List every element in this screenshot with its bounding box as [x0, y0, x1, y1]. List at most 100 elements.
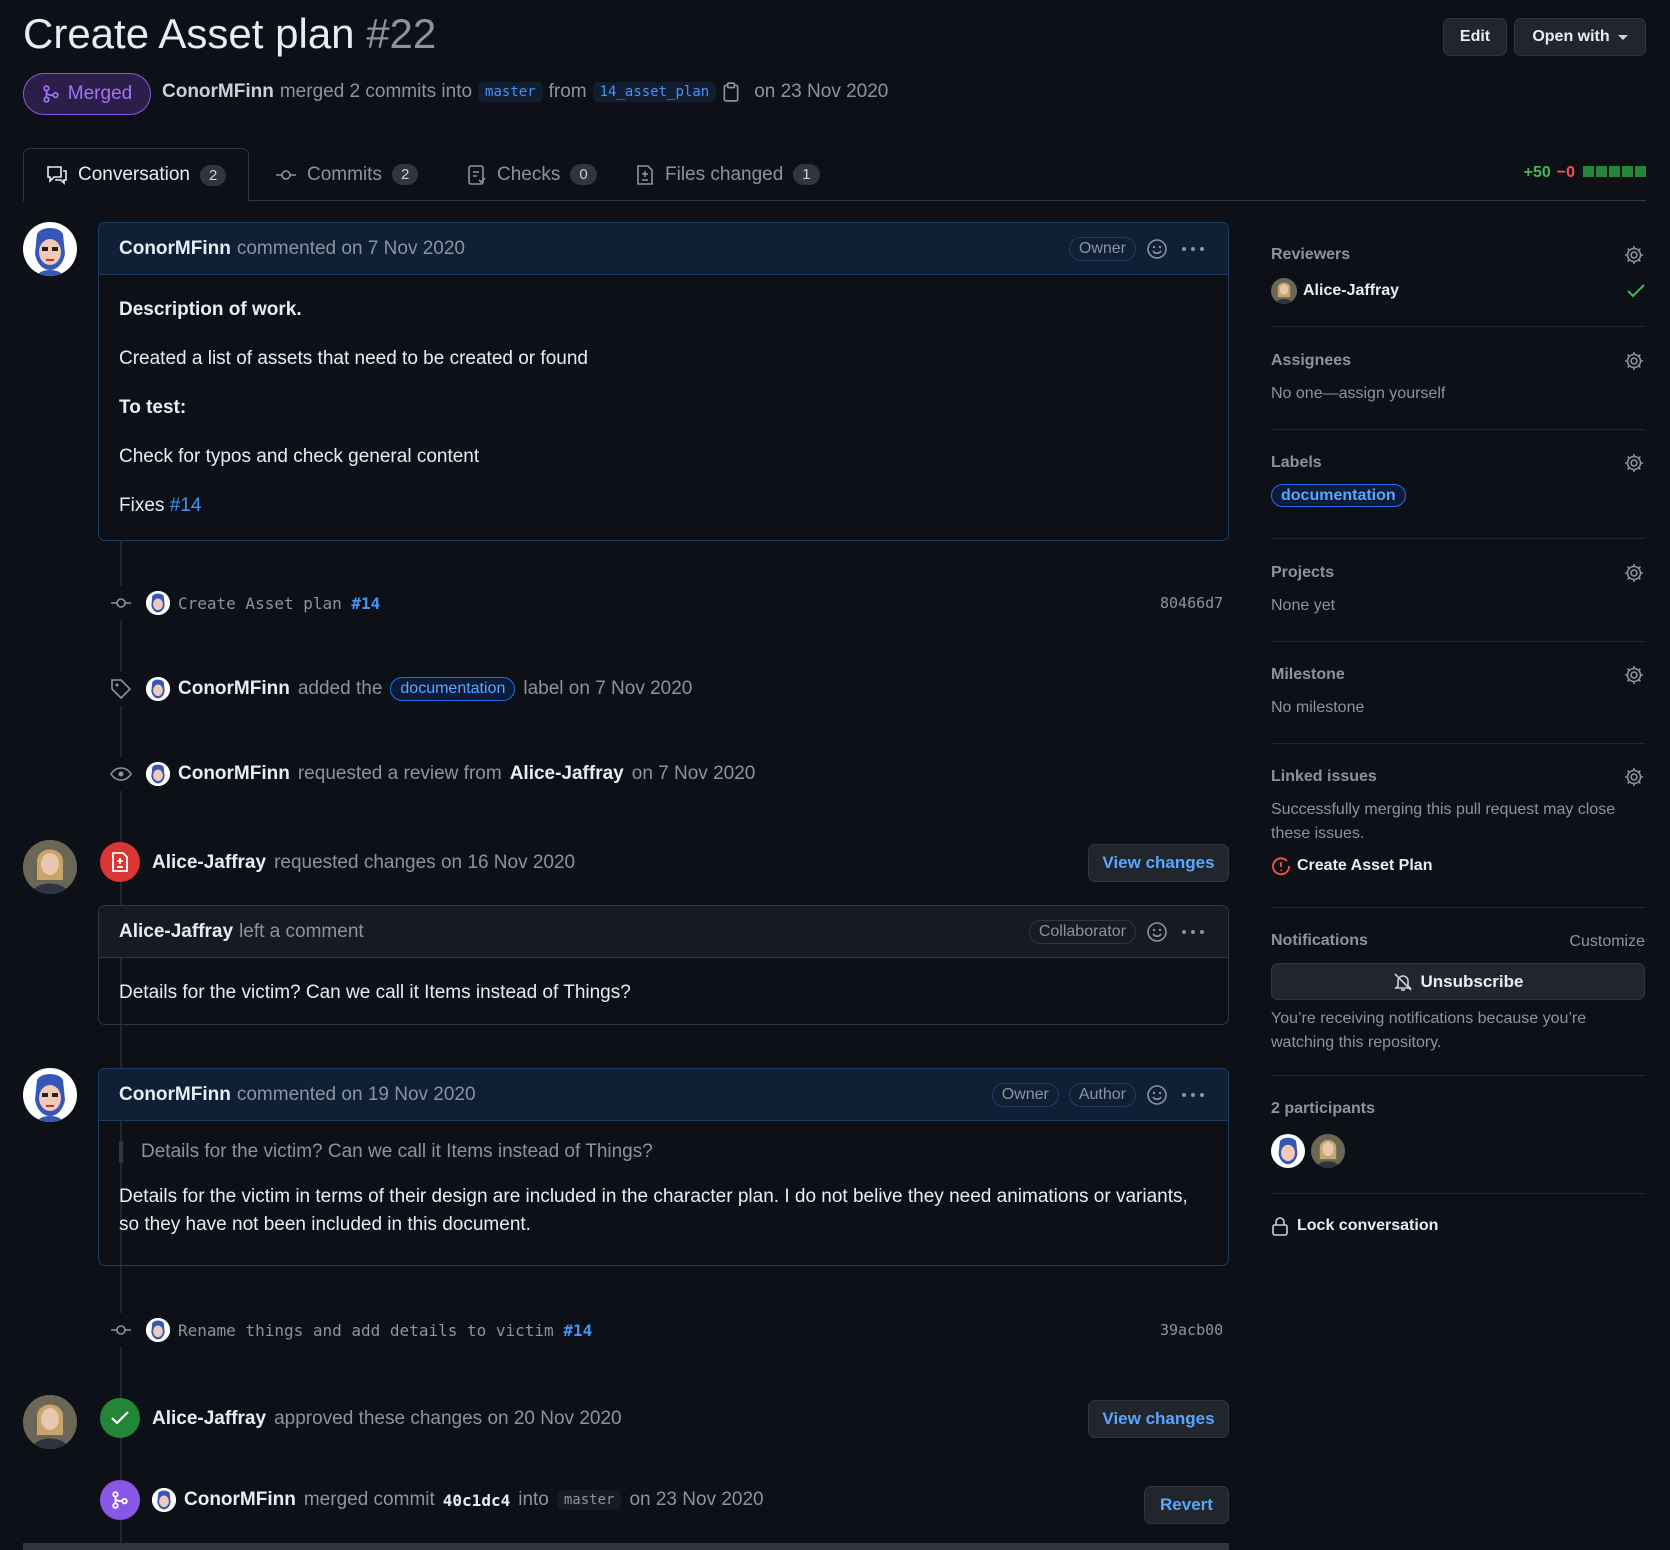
avatar[interactable] [152, 1488, 176, 1512]
actor-link[interactable]: Alice-Jaffray [152, 852, 266, 874]
base-branch[interactable]: master [478, 82, 543, 102]
event-text: on 7 Nov 2020 [631, 763, 756, 784]
sidebar-title: Milestone [1271, 666, 1345, 683]
issue-link[interactable]: #14 [563, 1321, 592, 1340]
kebab-menu-icon[interactable] [1178, 917, 1208, 947]
view-changes-button[interactable]: View changes [1088, 844, 1229, 882]
gear-icon[interactable] [1623, 350, 1645, 377]
author-badge: Author [1068, 1082, 1136, 1107]
smiley-icon[interactable] [1142, 1080, 1172, 1110]
tab-counter: 2 [199, 164, 227, 186]
tab-counter: 1 [793, 164, 820, 185]
from-text: from [548, 81, 587, 102]
sidebar-title: Labels [1271, 454, 1322, 471]
review-comment-box: Alice-Jaffray left a comment Collaborato… [98, 905, 1229, 1025]
kebab-menu-icon[interactable] [1178, 1080, 1208, 1110]
divider [1271, 1193, 1645, 1194]
author-link[interactable]: ConorMFinn [162, 81, 274, 103]
tab-counter: 2 [391, 164, 419, 185]
label-pill[interactable]: documentation [1271, 484, 1406, 507]
smiley-icon[interactable] [1142, 917, 1172, 947]
comment-box: ConorMFinn commented on 7 Nov 2020 Owner… [98, 222, 1229, 541]
actor-link[interactable]: ConorMFinn [184, 1489, 296, 1511]
tab-conversation[interactable]: Conversation 2 [23, 148, 250, 202]
reviewer-row[interactable]: Alice-Jaffray [1271, 278, 1645, 304]
comment-box: ConorMFinn commented on 19 Nov 2020 Owne… [98, 1068, 1229, 1266]
gear-icon[interactable] [1623, 452, 1645, 479]
avatar[interactable] [23, 1068, 77, 1122]
lock-conversation-link[interactable]: Lock conversation [1271, 1216, 1645, 1236]
divider [1271, 538, 1645, 539]
merge-commit-sha[interactable]: 40c1dc4 [443, 1491, 510, 1510]
open-with-button[interactable]: Open with [1514, 18, 1646, 56]
diff-bar [1581, 164, 1646, 182]
actor-link[interactable]: Alice-Jaffray [152, 1408, 266, 1430]
sidebar-labels: Labels documentation [1271, 452, 1645, 507]
reviewer-name[interactable]: Alice-Jaffray [1303, 282, 1399, 300]
owner-badge: Owner [991, 1082, 1059, 1107]
divider [1271, 429, 1645, 430]
merge-meta: ConorMFinn merged 2 commits into master … [162, 81, 888, 103]
avatar[interactable] [23, 1395, 77, 1449]
commit-icon [276, 169, 296, 180]
bell-slash-icon [1393, 972, 1412, 991]
tab-checks[interactable]: Checks 0 [445, 148, 619, 201]
head-branch[interactable]: 14_asset_plan [592, 82, 717, 102]
commit-message[interactable]: Rename things and add details to victim … [178, 1321, 592, 1340]
merged-text: merged 2 commits into [279, 81, 473, 102]
avatar[interactable] [23, 840, 77, 894]
revert-button[interactable]: Revert [1144, 1486, 1229, 1524]
linked-issue-title[interactable]: Create Asset Plan [1297, 857, 1432, 875]
actor-link[interactable]: ConorMFinn [178, 763, 290, 785]
button-label: Revert [1160, 1495, 1213, 1514]
linked-issue[interactable]: Create Asset Plan [1271, 856, 1645, 876]
kebab-menu-icon[interactable] [1178, 234, 1208, 264]
smiley-icon[interactable] [1142, 234, 1172, 264]
avatar[interactable] [146, 677, 170, 701]
commit-sha[interactable]: 39acb00 [1160, 1321, 1223, 1339]
gear-icon[interactable] [1623, 244, 1645, 271]
issue-link[interactable]: #14 [351, 594, 380, 613]
avatar[interactable] [146, 762, 170, 786]
tab-label: Files changed [665, 163, 784, 185]
issue-link[interactable]: #14 [170, 495, 202, 516]
tab-label: Commits [307, 163, 382, 185]
gear-icon[interactable] [1623, 664, 1645, 691]
avatar[interactable] [23, 222, 77, 276]
customize-link[interactable]: Customize [1569, 930, 1645, 954]
label-pill[interactable]: documentation [390, 677, 516, 701]
view-changes-button[interactable]: View changes [1088, 1400, 1229, 1438]
participant-avatar[interactable] [1311, 1134, 1345, 1168]
quoted-reply: Details for the victim? Can we call it I… [119, 1141, 1208, 1163]
assign-yourself-link[interactable]: No one—assign yourself [1271, 382, 1645, 406]
comment-meta[interactable]: commented on 7 Nov 2020 [237, 238, 465, 260]
comment-author[interactable]: ConorMFinn [119, 238, 231, 260]
commit-message[interactable]: Create Asset plan #14 [178, 594, 380, 613]
avatar[interactable] [146, 1318, 170, 1342]
actor-link[interactable]: ConorMFinn [178, 678, 290, 700]
eye-icon [104, 757, 138, 791]
comment-meta[interactable]: commented on 19 Nov 2020 [237, 1084, 476, 1106]
edit-button[interactable]: Edit [1443, 18, 1507, 56]
reviewer-link[interactable]: Alice-Jaffray [510, 763, 624, 785]
sidebar-title: Projects [1271, 564, 1335, 581]
avatar[interactable] [146, 591, 170, 615]
commit-sha[interactable]: 80466d7 [1160, 594, 1223, 612]
pr-tabs: Conversation 2 Commits 2 Checks 0 Files … [23, 148, 1646, 202]
comment-body: Details for the victim? Can we call it I… [99, 958, 1228, 1026]
gear-icon[interactable] [1623, 562, 1645, 589]
diffstat: +50 −0 [1524, 164, 1646, 182]
copy-icon[interactable] [722, 82, 740, 102]
gear-icon[interactable] [1623, 766, 1645, 793]
collaborator-badge: Collaborator [1028, 919, 1136, 944]
tab-files-changed[interactable]: Files changed 1 [613, 148, 842, 201]
base-branch[interactable]: master [556, 1490, 622, 1510]
unsubscribe-button[interactable]: Unsubscribe [1271, 963, 1645, 1000]
comment-author[interactable]: ConorMFinn [119, 1084, 231, 1106]
comment-header: ConorMFinn commented on 19 Nov 2020 Owne… [99, 1069, 1228, 1121]
avatar [1271, 278, 1297, 304]
event-text: approved these changes on 20 Nov 2020 [274, 1408, 622, 1429]
participant-avatar[interactable] [1271, 1134, 1305, 1168]
tab-commits[interactable]: Commits 2 [253, 148, 440, 201]
comment-author[interactable]: Alice-Jaffray [119, 921, 233, 943]
